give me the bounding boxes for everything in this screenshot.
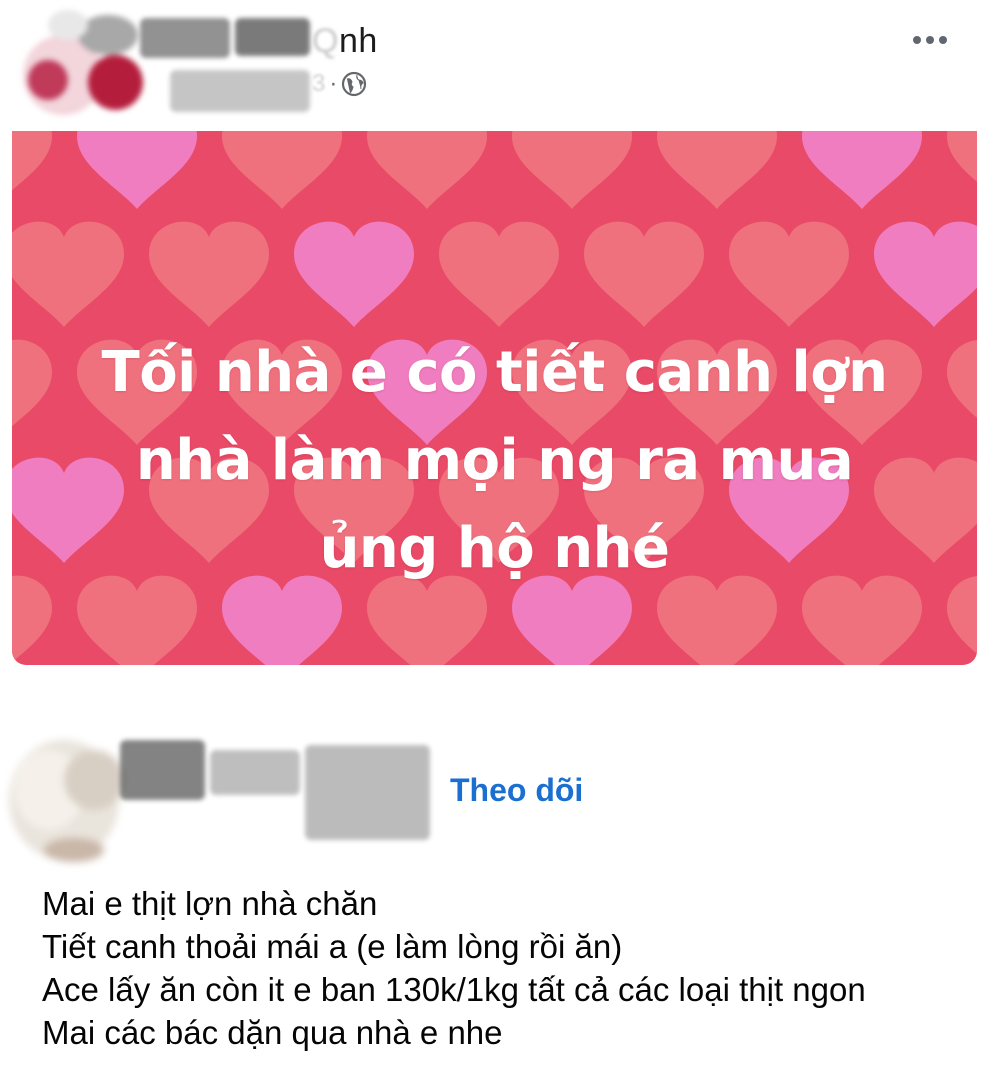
heart-shape bbox=[77, 131, 197, 209]
redacted-name bbox=[210, 750, 300, 795]
banner-caption: Tối nhà e có tiết canh lợn nhà làm mọi n… bbox=[12, 329, 977, 593]
more-options-icon bbox=[913, 36, 921, 44]
banner-line: Tối nhà e có tiết canh lợn bbox=[101, 340, 888, 405]
comment-header: Theo dõi bbox=[0, 700, 1000, 870]
author-name[interactable]: Qnh bbox=[312, 22, 378, 61]
banner-line: nhà làm mọi ng ra mua bbox=[135, 428, 854, 493]
heart-shape bbox=[367, 131, 487, 209]
redacted-name bbox=[140, 18, 230, 58]
post-time: 3 bbox=[312, 70, 326, 97]
heart-shape bbox=[874, 221, 977, 327]
banner-line: ủng hộ nhé bbox=[319, 516, 670, 581]
heart-shape bbox=[294, 221, 414, 327]
post-text-line: Mai các bác dặn qua nhà e nhe bbox=[42, 1014, 503, 1051]
more-options-icon-dot bbox=[926, 36, 934, 44]
post-text-line: Mai e thịt lợn nhà chăn bbox=[42, 885, 378, 922]
post-text-line: Tiết canh thoải mái a (e làm lòng rồi ăn… bbox=[42, 928, 623, 965]
post-meta: 3 · bbox=[312, 70, 367, 98]
globe-icon bbox=[342, 71, 367, 97]
post-header: Qnh 3 · bbox=[0, 0, 1000, 130]
post-text-line: Ace lấy ăn còn it e ban 130k/1kg tất cả … bbox=[42, 971, 866, 1008]
heart-shape bbox=[439, 221, 559, 327]
heart-shape bbox=[729, 221, 849, 327]
redacted-name bbox=[235, 18, 310, 56]
heart-shape bbox=[222, 131, 342, 209]
heart-shape bbox=[802, 131, 922, 209]
follow-button[interactable]: Theo dõi bbox=[450, 772, 583, 809]
heart-shape bbox=[584, 221, 704, 327]
redacted-name bbox=[120, 740, 205, 800]
heart-shape bbox=[12, 131, 52, 209]
redacted-name bbox=[305, 745, 430, 840]
heart-shape bbox=[947, 131, 977, 209]
heart-shape bbox=[512, 131, 632, 209]
more-options-icon-dot bbox=[939, 36, 947, 44]
author-avatar[interactable] bbox=[18, 10, 148, 125]
heart-shape bbox=[12, 221, 124, 327]
status-background-post[interactable]: Tối nhà e có tiết canh lợn nhà làm mọi n… bbox=[12, 131, 977, 665]
post-text: Mai e thịt lợn nhà chăn Tiết canh thoải … bbox=[42, 882, 992, 1054]
heart-shape bbox=[657, 131, 777, 209]
redacted-meta bbox=[170, 70, 310, 112]
meta-separator: · bbox=[329, 70, 338, 97]
more-options-button[interactable] bbox=[905, 25, 955, 55]
heart-shape bbox=[149, 221, 269, 327]
